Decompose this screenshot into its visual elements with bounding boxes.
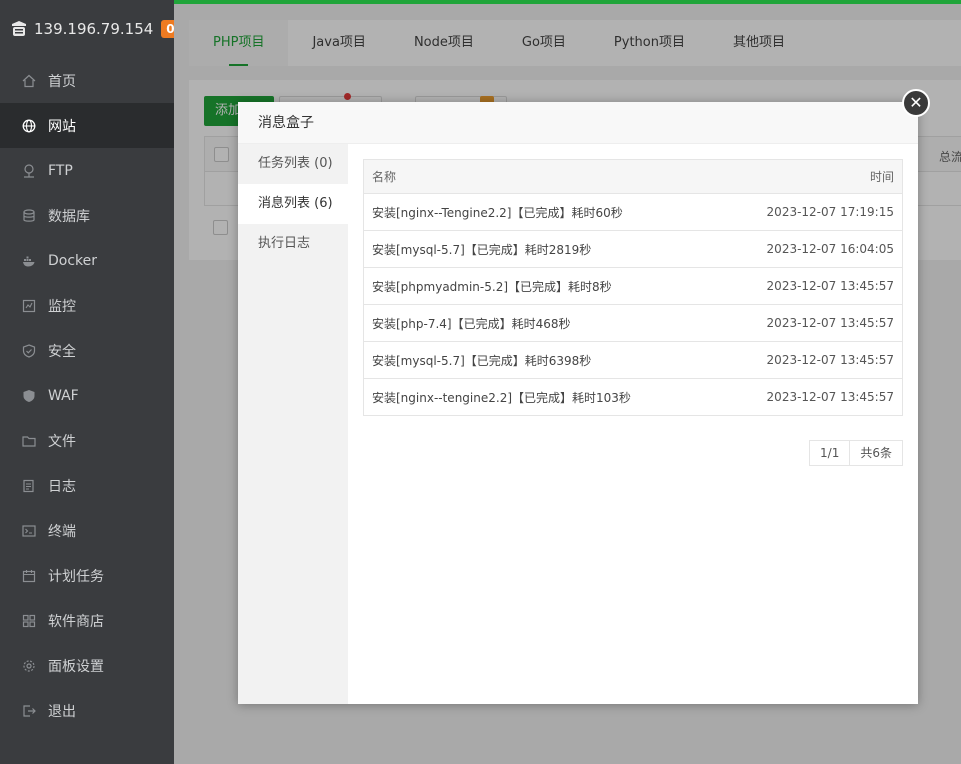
sidebar-item-6[interactable]: 安全 bbox=[0, 328, 174, 373]
message-time: 2023-12-07 16:04:05 bbox=[720, 230, 903, 268]
server-header: 139.196.79.154 0 bbox=[0, 0, 180, 58]
message-name: 安装[mysql-5.7]【已完成】耗时6398秒 bbox=[363, 341, 721, 379]
sidebar-item-12[interactable]: 软件商店 bbox=[0, 598, 174, 643]
sidebar-item-label: 软件商店 bbox=[48, 613, 104, 630]
modal-side-menu: 任务列表 (0) 消息列表 (6) 执行日志 bbox=[238, 144, 348, 704]
log-icon bbox=[22, 479, 36, 493]
message-name: 安装[php-7.4]【已完成】耗时468秒 bbox=[363, 304, 721, 342]
sidebar-item-label: 终端 bbox=[48, 523, 76, 540]
sidebar-item-label: 面板设置 bbox=[48, 658, 104, 675]
globe-icon bbox=[22, 119, 36, 133]
table-row: 安装[mysql-5.7]【已完成】耗时2819秒 2023-12-07 16:0… bbox=[363, 230, 903, 268]
table-row: 安装[nginx--Tengine2.2]【已完成】耗时60秒 2023-12-0… bbox=[363, 193, 903, 231]
sidebar-item-label: 计划任务 bbox=[48, 568, 104, 585]
sidebar-item-label: 网站 bbox=[48, 118, 76, 135]
waf-icon bbox=[22, 389, 36, 403]
modal-side-item-2[interactable]: 执行日志 bbox=[238, 224, 348, 264]
message-time: 2023-12-07 17:19:15 bbox=[720, 193, 903, 231]
message-time: 2023-12-07 13:45:57 bbox=[720, 378, 903, 416]
sidebar-item-7[interactable]: WAF bbox=[0, 373, 174, 418]
message-name: 安装[nginx--tengine2.2]【已完成】耗时103秒 bbox=[363, 378, 721, 416]
modal-side-item-1[interactable]: 消息列表 (6) bbox=[238, 184, 348, 224]
monitor-icon bbox=[22, 299, 36, 313]
sidebar-item-label: 退出 bbox=[48, 703, 76, 720]
table-row: 安装[php-7.4]【已完成】耗时468秒 2023-12-07 13:45:5… bbox=[363, 304, 903, 342]
message-name: 安装[phpmyadmin-5.2]【已完成】耗时8秒 bbox=[363, 267, 721, 305]
panel-logo-icon bbox=[10, 20, 28, 38]
docker-icon bbox=[22, 254, 36, 268]
pagination: 1/1 共6条 bbox=[809, 440, 903, 466]
ftp-icon bbox=[22, 163, 36, 178]
table-row: 安装[nginx--tengine2.2]【已完成】耗时103秒 2023-12-… bbox=[363, 378, 903, 416]
terminal-icon bbox=[22, 524, 36, 538]
database-icon bbox=[22, 208, 36, 223]
sidebar-item-label: 文件 bbox=[48, 433, 76, 450]
column-time: 时间 bbox=[720, 159, 903, 194]
column-name: 名称 bbox=[363, 159, 721, 194]
message-time: 2023-12-07 13:45:57 bbox=[720, 304, 903, 342]
total-count: 共6条 bbox=[849, 441, 902, 465]
sidebar-item-4[interactable]: Docker bbox=[0, 238, 174, 283]
sidebar-item-label: 首页 bbox=[48, 73, 76, 90]
message-time: 2023-12-07 13:45:57 bbox=[720, 341, 903, 379]
sidebar-item-label: 日志 bbox=[48, 478, 76, 495]
close-icon[interactable]: ✕ bbox=[902, 89, 930, 117]
sidebar-item-2[interactable]: FTP bbox=[0, 148, 174, 193]
sidebar-item-label: Docker bbox=[48, 252, 98, 269]
sidebar-item-10[interactable]: 终端 bbox=[0, 508, 174, 553]
sidebar-item-1[interactable]: 网站 bbox=[0, 103, 174, 148]
logout-icon bbox=[22, 704, 36, 718]
sidebar-item-9[interactable]: 日志 bbox=[0, 463, 174, 508]
message-table: 名称 时间 安装[nginx--Tengine2.2]【已完成】耗时60秒 202… bbox=[363, 159, 903, 416]
sidebar-item-label: FTP bbox=[48, 162, 73, 179]
shield-icon bbox=[22, 343, 36, 358]
server-ip[interactable]: 139.196.79.154 bbox=[34, 20, 153, 38]
sidebar-item-3[interactable]: 数据库 bbox=[0, 193, 174, 238]
sidebar-item-label: 监控 bbox=[48, 298, 76, 315]
modal-body: 名称 时间 安装[nginx--Tengine2.2]【已完成】耗时60秒 202… bbox=[363, 159, 903, 416]
table-row: 安装[mysql-5.7]【已完成】耗时6398秒 2023-12-07 13:4… bbox=[363, 341, 903, 379]
sidebar-item-5[interactable]: 监控 bbox=[0, 283, 174, 328]
sidebar-item-11[interactable]: 计划任务 bbox=[0, 553, 174, 598]
table-row: 安装[phpmyadmin-5.2]【已完成】耗时8秒 2023-12-07 13… bbox=[363, 267, 903, 305]
modal-side-item-0[interactable]: 任务列表 (0) bbox=[238, 144, 348, 184]
sidebar-item-label: 数据库 bbox=[48, 208, 90, 225]
sidebar-item-13[interactable]: 面板设置 bbox=[0, 643, 174, 688]
sidebar-item-label: WAF bbox=[48, 387, 79, 404]
sidebar-item-label: 安全 bbox=[48, 343, 76, 360]
gear-icon bbox=[22, 659, 36, 673]
message-box-modal: 消息盒子 任务列表 (0) 消息列表 (6) 执行日志 名称 时间 安装[nginx… bbox=[238, 102, 918, 704]
sidebar-item-14[interactable]: 退出 bbox=[0, 688, 174, 733]
modal-title: 消息盒子 bbox=[238, 102, 918, 144]
sidebar-item-8[interactable]: 文件 bbox=[0, 418, 174, 463]
message-time: 2023-12-07 13:45:57 bbox=[720, 267, 903, 305]
folder-icon bbox=[22, 434, 36, 448]
sidebar: 139.196.79.154 0 首页网站 FTP 数据库 Docker 监控安全 WAF… bbox=[0, 0, 180, 764]
apps-icon bbox=[22, 614, 36, 628]
page-indicator[interactable]: 1/1 bbox=[810, 441, 849, 465]
message-name: 安装[nginx--Tengine2.2]【已完成】耗时60秒 bbox=[363, 193, 721, 231]
message-name: 安装[mysql-5.7]【已完成】耗时2819秒 bbox=[363, 230, 721, 268]
home-icon bbox=[22, 74, 36, 88]
sidebar-item-0[interactable]: 首页 bbox=[0, 58, 174, 103]
calendar-icon bbox=[22, 569, 36, 583]
